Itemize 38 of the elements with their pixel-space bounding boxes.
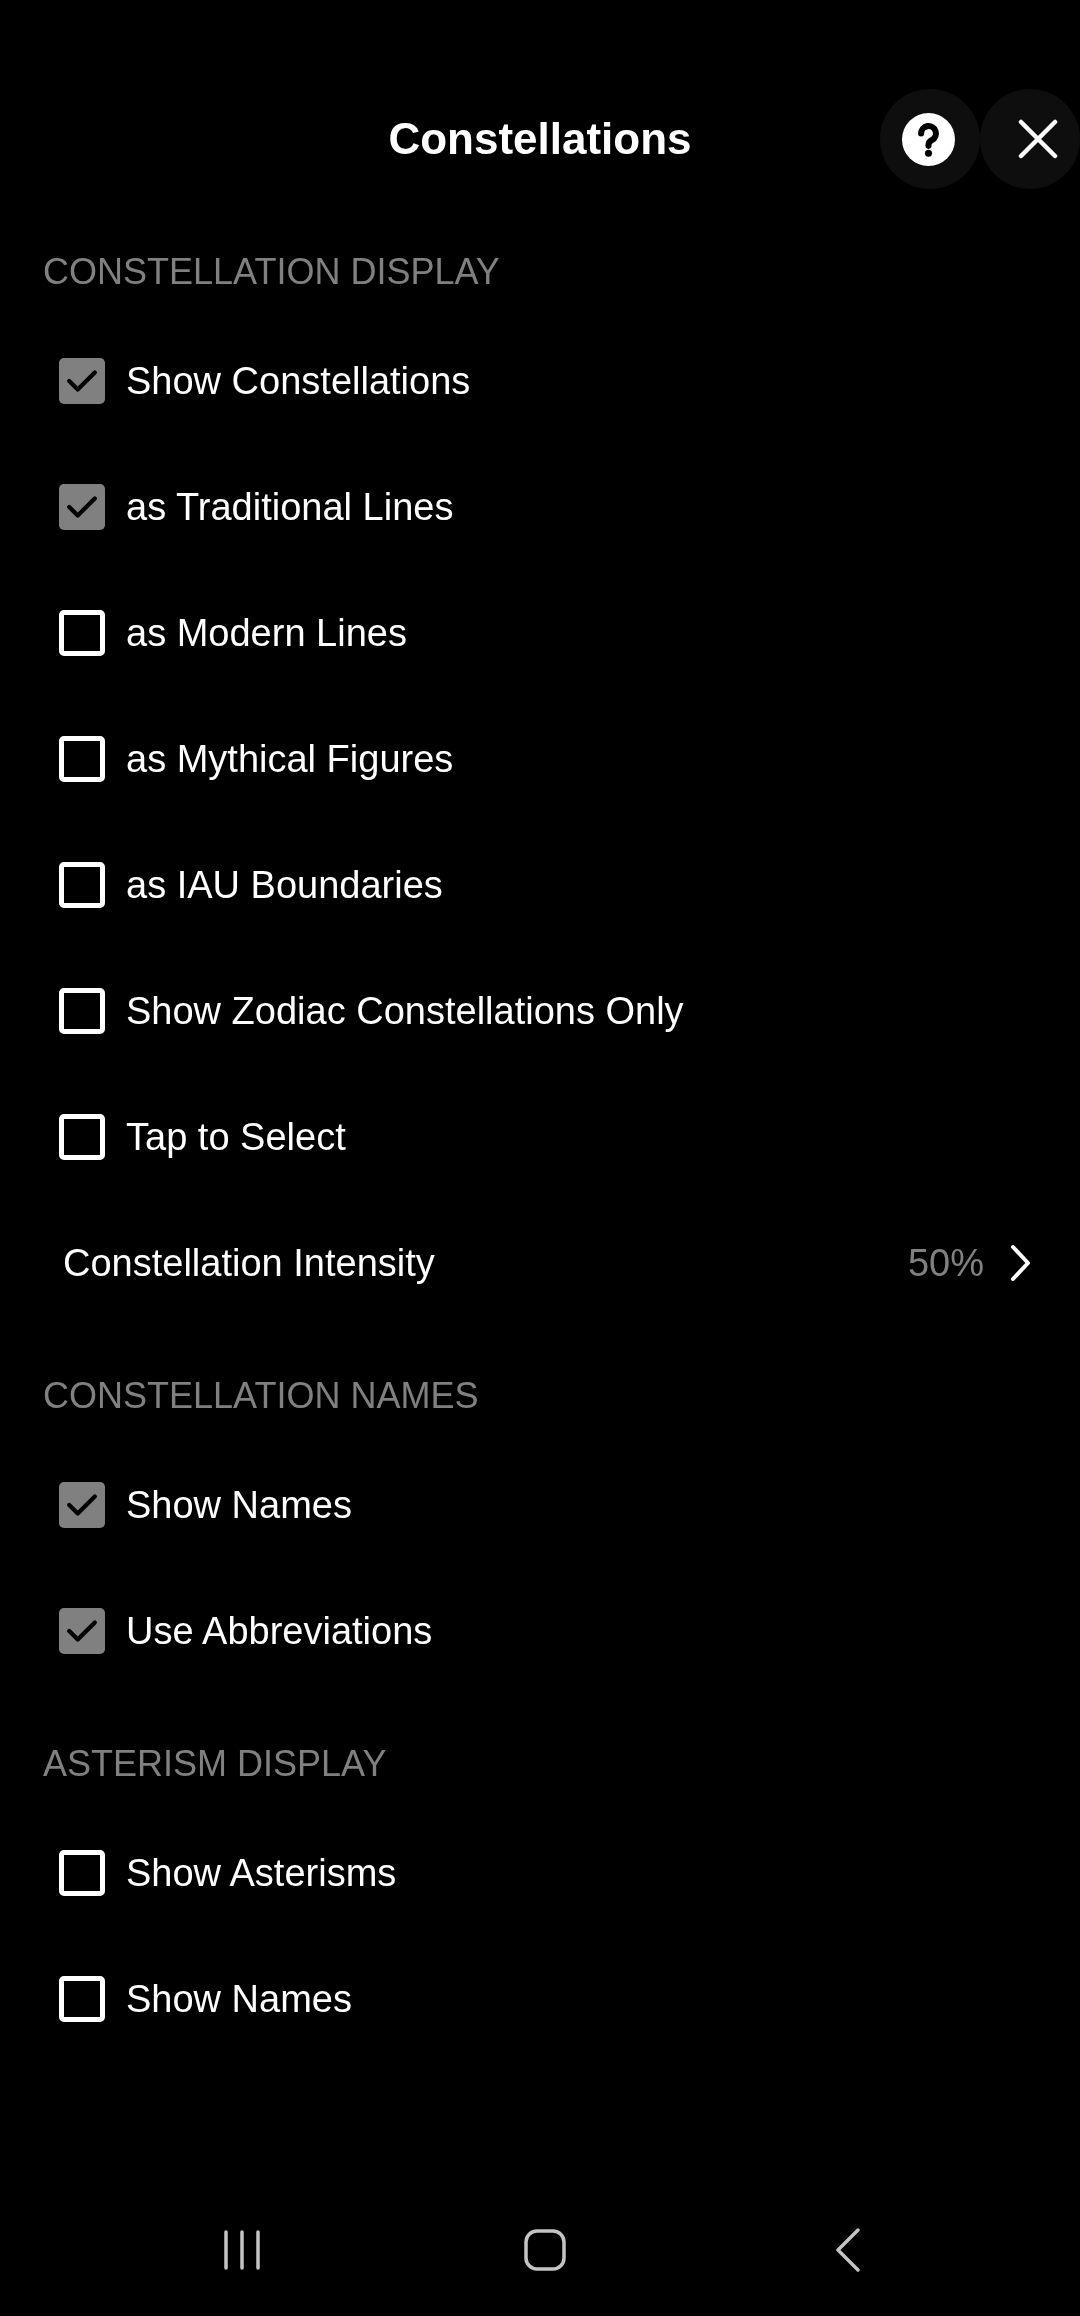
section-heading: CONSTELLATION NAMES [43,1376,480,1416]
checkbox-label: as Traditional Lines [126,485,454,530]
checkbox[interactable] [59,1608,105,1654]
checkbox[interactable] [59,988,105,1034]
checkbox-label: Show Asterisms [126,1851,397,1896]
screen-title: Constellations [388,113,692,165]
checkbox-label: as Mythical Figures [126,737,454,782]
back-icon [835,2228,861,2272]
checkbox[interactable] [59,610,105,656]
checkbox[interactable] [59,358,105,404]
checkbox-label: Tap to Select [126,1115,346,1160]
checkmark-icon [66,495,98,519]
checkbox[interactable] [59,862,105,908]
checkbox[interactable] [59,1850,105,1896]
checkbox[interactable] [59,484,105,530]
checkbox[interactable] [59,1482,105,1528]
home-icon [524,2229,566,2271]
checkbox-label: as Modern Lines [126,611,407,656]
checkmark-icon [66,1493,98,1517]
checkbox-label: Use Abbreviations [126,1609,433,1654]
checkbox-label: as IAU Boundaries [126,863,443,908]
help-icon [901,112,955,166]
checkmark-icon [66,369,98,393]
checkmark-icon [66,1619,98,1643]
checkbox-label: Show Constellations [126,359,471,404]
checkbox[interactable] [59,736,105,782]
checkbox[interactable] [59,1976,105,2022]
checkbox-label: Show Names [126,1483,352,1528]
recent-apps-icon [223,2230,261,2270]
checkbox[interactable] [59,1114,105,1160]
setting-value: 50% [907,1241,984,1286]
close-icon [1018,119,1058,159]
checkbox-label: Show Names [126,1977,352,2022]
chevron-right-icon[interactable] [1010,1244,1032,1282]
setting-label[interactable]: Constellation Intensity [63,1240,435,1286]
section-heading: ASTERISM DISPLAY [43,1744,388,1784]
checkbox-label: Show Zodiac Constellations Only [126,989,684,1034]
section-heading: CONSTELLATION DISPLAY [43,252,501,292]
